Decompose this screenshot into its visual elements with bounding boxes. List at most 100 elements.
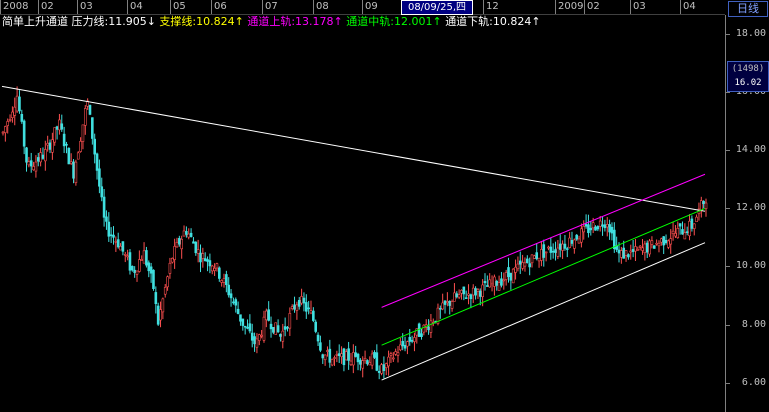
candle-body [613, 229, 616, 250]
candle-body [587, 224, 590, 234]
candle-body [126, 255, 129, 258]
candle-body [189, 232, 193, 237]
candle-body [119, 245, 122, 251]
candle-body [699, 200, 703, 211]
date-axis-label: 03 [630, 0, 646, 14]
candle-body [55, 126, 59, 130]
candle-body [156, 305, 160, 325]
candle-body [187, 233, 191, 238]
candle-body [199, 252, 202, 263]
candle-body [464, 297, 468, 299]
indicator-legend: 简单上升通道 压力线:11.905↓ 支撑线:10.824↑ 通道上轨:13.1… [2, 14, 541, 30]
candle-body [507, 267, 510, 277]
candle-body [182, 230, 186, 237]
candle-body [8, 119, 12, 121]
candle-body [11, 111, 14, 119]
candle-body [295, 304, 299, 311]
candle-body [283, 326, 287, 330]
price-tick-mark [726, 325, 730, 326]
candle-body [408, 337, 412, 342]
candle-body [504, 272, 508, 280]
candle-body [218, 267, 221, 279]
candle-body [526, 258, 529, 264]
candle-body [486, 285, 489, 287]
candle-body [441, 302, 444, 310]
candle-body [300, 296, 303, 304]
candle-body [603, 224, 607, 229]
candlestick-series [1, 86, 708, 380]
date-axis-label: 04 [680, 0, 696, 14]
candle-body [213, 267, 216, 271]
trend-lines [1, 85, 706, 381]
price-tick-label: 12.00 [735, 202, 766, 213]
date-axis-label: 04 [127, 0, 143, 14]
candle-body [396, 352, 400, 356]
candle-body [577, 238, 581, 244]
candle-body [13, 106, 17, 116]
candle-body [116, 239, 120, 248]
candle-body [69, 161, 73, 164]
candle-body [596, 226, 600, 230]
candle-body [676, 227, 680, 238]
candle-body [455, 293, 459, 298]
candle-body [135, 270, 139, 275]
candle-body [246, 326, 249, 329]
candle-body [589, 227, 593, 231]
candle-body [196, 249, 200, 254]
date-axis-label: 06 [211, 0, 227, 14]
candle-body [138, 259, 141, 272]
candle-body [429, 320, 433, 333]
indicator-name: 简单上升通道 [2, 15, 68, 28]
candle-body [471, 287, 475, 296]
candle-body [74, 161, 78, 183]
candle-body [667, 240, 670, 248]
candle-body [453, 292, 456, 302]
candle-body [598, 220, 602, 227]
candle-body [32, 166, 35, 171]
candle-body [253, 336, 256, 345]
pressure-line[interactable] [1, 85, 706, 212]
candle-body [203, 258, 207, 262]
candle-body [210, 265, 214, 272]
price-tick-mark [726, 266, 730, 267]
candle-body [620, 250, 623, 258]
candle-body [180, 238, 183, 250]
candle-body [688, 220, 691, 236]
candle-body [163, 287, 167, 295]
candle-body [540, 249, 543, 261]
candle-body [93, 138, 96, 155]
candle-body [490, 282, 494, 286]
date-axis-label: 08 [313, 0, 329, 14]
candle-body [307, 307, 310, 310]
candle-body [439, 308, 442, 310]
price-tick-mark [726, 208, 730, 209]
candle-body [375, 352, 379, 371]
price-tick-label: 10.00 [735, 260, 766, 271]
candle-body [427, 326, 430, 331]
candle-body [6, 121, 10, 126]
candle-body [549, 246, 553, 253]
candle-body [575, 234, 578, 240]
price-tick-mark [726, 150, 730, 151]
date-axis-label: 07 [262, 0, 278, 14]
candle-body [570, 240, 574, 244]
candle-body [260, 334, 263, 337]
candle-body [102, 196, 106, 218]
candle-body [290, 306, 294, 309]
candle-body [321, 354, 325, 359]
candle-body [269, 323, 273, 330]
candle-body [312, 310, 315, 321]
candle-body [399, 344, 402, 351]
candle-body [274, 322, 278, 335]
channel-mid-line[interactable] [381, 208, 706, 346]
channel-lower-value: 通道下轨:10.824↑ [445, 15, 541, 28]
candle-body [582, 225, 586, 233]
candle-body [60, 123, 64, 130]
candle-body [448, 300, 452, 306]
candle-body [610, 226, 614, 234]
price-box-label: (1498) [731, 64, 765, 74]
candle-body [584, 223, 588, 227]
candle-body [309, 310, 313, 314]
kline-chart[interactable] [0, 0, 725, 412]
candle-body [671, 230, 675, 234]
